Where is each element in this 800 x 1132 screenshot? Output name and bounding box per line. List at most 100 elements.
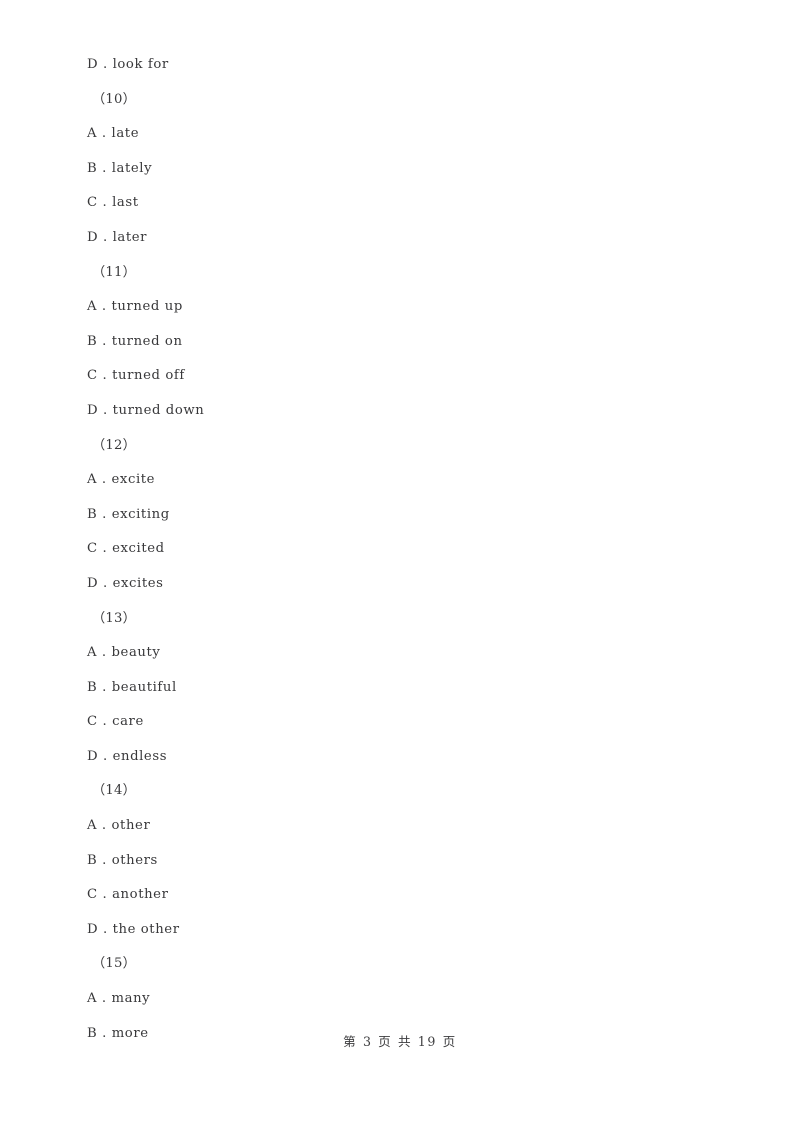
option-separator: .	[97, 887, 113, 903]
option-text: late	[111, 126, 140, 142]
option-letter: C	[87, 887, 98, 903]
option-letter: C	[87, 541, 98, 557]
option-separator: .	[97, 714, 113, 730]
option-letter: D	[87, 57, 99, 72]
question-number: （14）	[87, 774, 727, 809]
document-page: D . look for （10） A . late B . lately C . la…	[0, 0, 800, 1132]
option-separator: .	[97, 126, 112, 142]
option-text: beauty	[111, 645, 161, 661]
answer-option-a: A . late	[87, 117, 727, 152]
option-text: excite	[111, 472, 156, 488]
option-text: look for	[112, 57, 169, 72]
option-text: last	[112, 195, 139, 211]
question-number-label: （15）	[92, 956, 136, 972]
option-text: turned down	[112, 402, 205, 418]
option-text: another	[112, 887, 169, 903]
option-separator: .	[97, 852, 112, 868]
answer-option-d: D . later	[87, 221, 727, 256]
option-letter: B	[87, 506, 98, 522]
answer-option-b: B . lately	[87, 152, 727, 187]
option-letter: B	[87, 160, 98, 176]
option-letter: D	[87, 748, 99, 764]
option-letter: A	[87, 126, 98, 142]
option-separator: .	[98, 921, 113, 937]
option-separator: .	[97, 991, 112, 1007]
option-text: exciting	[111, 506, 170, 522]
question-number: （13）	[87, 602, 727, 637]
answer-options-list: D . look for （10） A . late B . lately C . la…	[87, 48, 727, 1051]
option-letter: B	[87, 679, 98, 695]
answer-option-c: C . turned off	[87, 359, 727, 394]
option-separator: .	[97, 333, 112, 349]
answer-option-b: B . others	[87, 844, 727, 879]
option-separator: .	[98, 575, 113, 591]
option-text: the other	[112, 921, 180, 937]
option-letter: D	[87, 575, 99, 591]
option-separator: .	[97, 195, 113, 211]
question-number-label: （11）	[92, 264, 136, 280]
question-number: （12）	[87, 429, 727, 464]
option-separator: .	[98, 402, 113, 418]
option-letter: A	[87, 991, 98, 1007]
option-text: lately	[111, 160, 153, 176]
option-text: later	[112, 229, 148, 245]
option-separator: .	[98, 57, 113, 72]
answer-option-b: B . beautiful	[87, 671, 727, 706]
option-text: excited	[112, 541, 165, 557]
option-text: excites	[112, 575, 164, 591]
option-letter: D	[87, 229, 99, 245]
option-text: many	[111, 991, 151, 1007]
option-letter: C	[87, 195, 98, 211]
answer-option-c: C . last	[87, 186, 727, 221]
option-separator: .	[97, 645, 112, 661]
option-separator: .	[97, 472, 112, 488]
answer-option-a: A . other	[87, 809, 727, 844]
answer-option-d: D . look for	[87, 48, 727, 83]
answer-option-a: A . excite	[87, 463, 727, 498]
question-number-label: （10）	[92, 91, 136, 107]
option-letter: A	[87, 818, 98, 834]
option-text: turned up	[111, 299, 183, 315]
option-letter: D	[87, 921, 99, 937]
option-text: other	[111, 818, 151, 834]
answer-option-b: B . turned on	[87, 325, 727, 360]
option-text: others	[111, 852, 158, 868]
option-letter: D	[87, 402, 99, 418]
option-separator: .	[97, 368, 113, 384]
option-text: endless	[112, 748, 168, 764]
answer-option-d: D . the other	[87, 913, 727, 948]
option-letter: C	[87, 368, 98, 384]
option-letter: A	[87, 472, 98, 488]
answer-option-c: C . another	[87, 878, 727, 913]
question-number: （15）	[87, 947, 727, 982]
option-text: turned on	[111, 333, 183, 349]
option-separator: .	[98, 229, 113, 245]
option-letter: A	[87, 299, 98, 315]
answer-option-a: A . many	[87, 982, 727, 1017]
question-number: （11）	[87, 256, 727, 291]
answer-option-c: C . care	[87, 705, 727, 740]
answer-option-b: B . exciting	[87, 498, 727, 533]
option-letter: B	[87, 333, 98, 349]
option-separator: .	[98, 748, 113, 764]
answer-option-d: D . excites	[87, 567, 727, 602]
answer-option-d: D . turned down	[87, 394, 727, 429]
option-text: care	[112, 714, 144, 730]
option-separator: .	[97, 679, 112, 695]
option-separator: .	[97, 506, 112, 522]
answer-option-d: D . endless	[87, 740, 727, 775]
option-text: turned off	[112, 368, 185, 384]
option-separator: .	[97, 541, 113, 557]
question-number-label: （13）	[92, 610, 136, 626]
option-separator: .	[97, 818, 112, 834]
answer-option-c: C . excited	[87, 532, 727, 567]
question-number-label: （14）	[92, 783, 136, 799]
answer-option-a: A . turned up	[87, 290, 727, 325]
option-letter: A	[87, 645, 98, 661]
option-letter: C	[87, 714, 98, 730]
page-footer: 第 3 页 共 19 页	[343, 1034, 457, 1049]
question-number: （10）	[87, 83, 727, 118]
option-separator: .	[97, 160, 112, 176]
answer-option-a: A . beauty	[87, 636, 727, 671]
question-number-label: （12）	[92, 437, 136, 453]
